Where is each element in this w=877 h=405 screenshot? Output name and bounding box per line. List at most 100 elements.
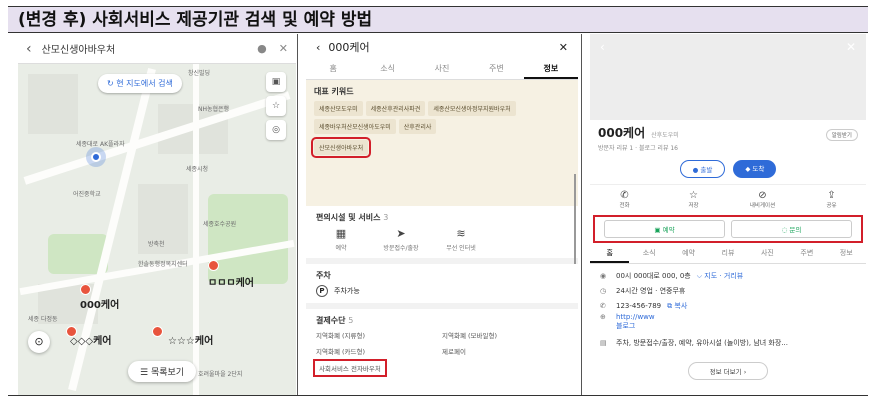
payment-method: 지역화폐 (지류형) bbox=[316, 332, 365, 340]
my-location-icon[interactable]: ⊙ bbox=[28, 331, 50, 353]
tab-booking[interactable]: 예약 bbox=[669, 244, 708, 263]
map-link[interactable]: ⌵ 지도 · 거리뷰 bbox=[697, 271, 743, 281]
map-street-label: 세종 다정동 bbox=[28, 316, 58, 323]
depart-button[interactable]: ● 출발 bbox=[679, 160, 726, 178]
amenities-icon: ▤ bbox=[600, 338, 607, 347]
tab-photos[interactable]: 사진 bbox=[748, 244, 787, 263]
star-icon: ☆ bbox=[689, 190, 698, 201]
tab-photos[interactable]: 사진 bbox=[415, 60, 469, 79]
place-pin[interactable] bbox=[80, 284, 91, 295]
map-block bbox=[28, 74, 78, 134]
navigation-button[interactable]: ⊘ 내비게이션 bbox=[738, 190, 788, 209]
search-query[interactable]: 산모신생아바우처 bbox=[42, 41, 246, 56]
book-button[interactable]: ▣ 예약 bbox=[604, 220, 725, 238]
scrollbar[interactable] bbox=[574, 174, 576, 264]
place-pin[interactable] bbox=[152, 326, 163, 337]
tab-home[interactable]: 홈 bbox=[306, 60, 360, 79]
review-count: 방문자 리뷰 1 · 블로그 리뷰 16 bbox=[598, 145, 679, 152]
share-button[interactable]: ⇪ 공유 bbox=[807, 190, 857, 209]
tab-nearby[interactable]: 주변 bbox=[787, 244, 826, 263]
map-street-label: NH농협은행 bbox=[198, 106, 230, 113]
layers-icon[interactable]: ▣ bbox=[266, 72, 286, 92]
inquiry-button[interactable]: ◌ 문의 bbox=[731, 220, 852, 238]
keyword-chip[interactable]: 산후관리사 bbox=[398, 119, 437, 134]
tab-news[interactable]: 소식 bbox=[629, 244, 668, 263]
close-icon[interactable]: ✕ bbox=[846, 40, 856, 54]
place-label[interactable]: ☆☆☆케어 bbox=[168, 332, 213, 347]
map-street-label: 세종시청 bbox=[186, 166, 209, 173]
keywords-section: 대표 키워드 세종산모도우미 세종산후관리사파견 세종산모신생아정부지원바우처 … bbox=[306, 80, 578, 206]
info-panel: ‹ 000케어 ✕ 홈 소식 사진 주변 정보 대표 키워드 세종산모도우미 세… bbox=[306, 34, 578, 395]
keyword-chip[interactable]: 세종산후관리사파견 bbox=[365, 101, 426, 116]
page-title: (변경 후) 사회서비스 제공기관 검색 및 예약 방법 bbox=[8, 6, 868, 33]
research-button[interactable]: ↻ 현 지도에서 검색 bbox=[98, 74, 182, 93]
payment-count: 5 bbox=[348, 316, 354, 325]
detail-tabs: 홈 소식 예약 리뷰 사진 주변 정보 bbox=[590, 244, 866, 264]
place-pin[interactable] bbox=[208, 260, 219, 271]
hours: 24시간 영업 · 연중무휴 bbox=[616, 286, 686, 295]
parking-icon: P bbox=[316, 285, 328, 297]
screenshot-frame: ‹ 산모신생아바우처 ● ✕ ↻ 현 지도에서 검색 ▣ ☆ ◎ 창신빌딩 세종… bbox=[8, 34, 868, 396]
star-icon[interactable]: ☆ bbox=[266, 96, 286, 116]
save-button[interactable]: ☆ 저장 bbox=[669, 190, 719, 209]
tab-info[interactable]: 정보 bbox=[523, 60, 578, 79]
place-category: 산후도우미 bbox=[651, 132, 679, 139]
blog-link[interactable]: 블로그 bbox=[616, 322, 635, 330]
booking-row: ▣ 예약 ◌ 문의 bbox=[593, 215, 863, 243]
tab-info[interactable]: 정보 bbox=[827, 244, 866, 263]
website-link[interactable]: http://www bbox=[616, 313, 655, 321]
tab-nearby[interactable]: 주변 bbox=[469, 60, 523, 79]
tab-reviews[interactable]: 리뷰 bbox=[708, 244, 747, 263]
tab-home[interactable]: 홈 bbox=[590, 244, 630, 263]
close-icon[interactable]: ✕ bbox=[279, 42, 288, 55]
address: 00시 000대로 000, 0층 bbox=[616, 271, 691, 280]
keyword-chip[interactable]: 세종바우처산모신생아도우미 bbox=[314, 119, 396, 134]
place-label[interactable]: ◇◇◇케어 bbox=[70, 332, 111, 347]
list-view-button[interactable]: ☰ 목록보기 bbox=[128, 361, 197, 382]
location-pin-icon[interactable]: ◎ bbox=[266, 120, 286, 140]
facilities-count: 3 bbox=[383, 213, 389, 222]
compass-icon: ⊘ bbox=[758, 190, 767, 201]
map-street-label: 한솔동행정복지센터 bbox=[138, 261, 188, 268]
map-street-label: 방축천 bbox=[148, 241, 165, 248]
notify-button[interactable]: 알림받기 bbox=[825, 129, 858, 141]
phone-number[interactable]: 123-456-789 bbox=[616, 302, 661, 310]
payment-method-highlighted: 사회서비스 전자바우처 bbox=[313, 359, 387, 377]
back-icon[interactable]: ‹ bbox=[600, 40, 605, 54]
info-tabs: 홈 소식 사진 주변 정보 bbox=[306, 60, 578, 80]
arrive-button[interactable]: ◆ 도착 bbox=[733, 160, 777, 178]
call-button[interactable]: ✆ 전화 bbox=[600, 190, 650, 209]
map-street-label: 세종호수공원 bbox=[203, 221, 237, 228]
panel-divider bbox=[581, 34, 582, 395]
back-icon[interactable]: ‹ bbox=[316, 41, 320, 54]
phone-icon: ✆ bbox=[620, 190, 629, 201]
tab-news[interactable]: 소식 bbox=[360, 60, 414, 79]
place-label[interactable]: ㅁㅁㅁ케어 bbox=[208, 274, 254, 289]
parking-section: 주차 P 주차가능 bbox=[306, 264, 578, 309]
detail-panel: ‹ ✕ 000케어 산후도우미 알림받기 방문자 리뷰 1 · 블로그 리뷰 1… bbox=[590, 34, 866, 395]
close-icon[interactable]: ✕ bbox=[559, 41, 568, 54]
place-name: 000케어 bbox=[598, 126, 646, 140]
clock-icon: ◷ bbox=[600, 286, 607, 295]
payment-section: 결제수단 5 지역화폐 (지류형) 지역화폐 (모바일형) 지역화폐 (카드형)… bbox=[306, 309, 578, 380]
phone-icon: ✆ bbox=[600, 301, 606, 310]
place-label[interactable]: 000케어 bbox=[80, 296, 119, 311]
map-street-label: 어진중학교 bbox=[73, 191, 101, 198]
facilities-title: 편의시설 및 서비스 bbox=[316, 213, 381, 222]
more-info-button[interactable]: 정보 더보기 › bbox=[688, 362, 768, 380]
payment-method: 지역화폐 (카드형) bbox=[316, 348, 365, 356]
parking-text: 주차가능 bbox=[334, 287, 360, 295]
current-location-marker bbox=[91, 152, 101, 162]
keyword-chip[interactable]: 세종산모신생아정부지원바우처 bbox=[428, 101, 516, 116]
location-icon: ◉ bbox=[600, 271, 607, 280]
delivery-icon: ➤ bbox=[396, 227, 406, 240]
back-icon[interactable]: ‹ bbox=[26, 41, 32, 57]
keyword-chip-highlighted[interactable]: 산모신생아바우처 bbox=[310, 137, 372, 158]
mic-icon[interactable]: ● bbox=[257, 42, 267, 55]
map-search-bar[interactable]: ‹ 산모신생아바우처 ● ✕ bbox=[18, 34, 296, 64]
calendar-icon: ▦ bbox=[335, 227, 347, 240]
copy-button[interactable]: ⧉ 복사 bbox=[667, 301, 687, 311]
parking-title: 주차 bbox=[316, 271, 331, 280]
map-panel: ‹ 산모신생아바우처 ● ✕ ↻ 현 지도에서 검색 ▣ ☆ ◎ 창신빌딩 세종… bbox=[18, 34, 296, 395]
keyword-chip[interactable]: 세종산모도우미 bbox=[314, 101, 363, 116]
